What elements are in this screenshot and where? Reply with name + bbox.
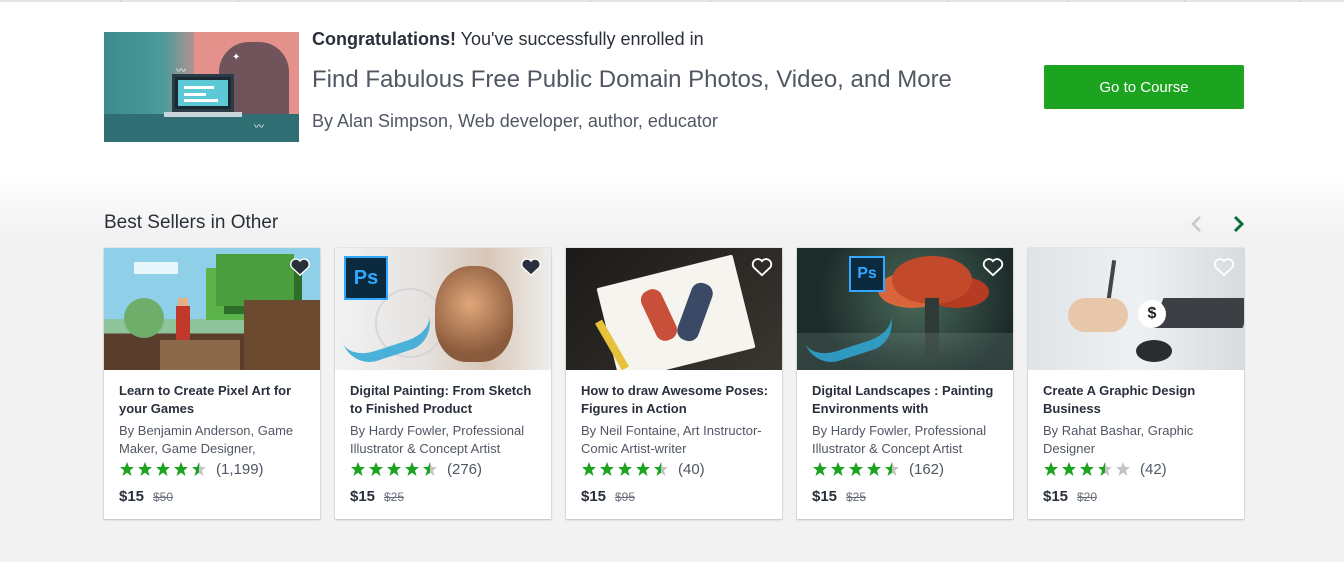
money-bag-icon: $ xyxy=(1138,300,1166,328)
course-image[interactable]: Ps xyxy=(797,248,1013,370)
congrats-heading: Congratulations! xyxy=(312,29,456,49)
star-icon xyxy=(387,462,401,476)
course-card[interactable]: Ps Digital Painting: From Sketch to Fini… xyxy=(335,248,551,519)
course-card-title[interactable]: Digital Painting: From Sketch to Finishe… xyxy=(350,382,542,418)
rating-count: (162) xyxy=(909,460,945,478)
star-icon xyxy=(1044,462,1058,476)
course-card-author: By Neil Fontaine, Art Instructor-Comic A… xyxy=(581,423,762,456)
section-title: Best Sellers in Other xyxy=(104,212,279,233)
star-rating xyxy=(812,461,902,477)
heart-icon[interactable] xyxy=(520,257,542,277)
course-card-price: $15 xyxy=(581,488,607,505)
star-icon xyxy=(1080,462,1094,476)
star-icon xyxy=(1116,462,1130,476)
rating-count: (276) xyxy=(447,460,483,478)
rating-count: (40) xyxy=(678,460,705,478)
course-title[interactable]: Find Fabulous Free Public Domain Photos,… xyxy=(312,66,952,94)
star-icon xyxy=(369,462,383,476)
star-icon xyxy=(174,462,188,476)
course-card-rating: (276) xyxy=(350,460,482,478)
star-icon xyxy=(885,462,899,476)
course-card-rating: (40) xyxy=(581,460,705,478)
star-icon xyxy=(351,462,365,476)
star-icon xyxy=(582,462,596,476)
course-card-rating: (162) xyxy=(812,460,944,478)
star-rating xyxy=(350,461,440,477)
star-icon xyxy=(636,462,650,476)
heart-outline-icon[interactable] xyxy=(1213,257,1235,277)
course-card-title[interactable]: Create A Graphic Design Business xyxy=(1043,382,1235,418)
chevron-right-icon[interactable] xyxy=(1229,214,1247,234)
star-rating xyxy=(119,461,209,477)
course-card-price: $15 xyxy=(1043,488,1069,505)
course-thumbnail[interactable]: 〰 ✦ 〰 xyxy=(104,32,299,142)
course-card-price: $15 xyxy=(119,488,145,505)
enroll-confirmation: Congratulations! You've successfully enr… xyxy=(312,29,704,50)
star-icon xyxy=(405,462,419,476)
course-card-author: By Benjamin Anderson, Game Maker, Game D… xyxy=(119,423,294,456)
photoshop-badge: Ps xyxy=(344,256,388,300)
star-icon xyxy=(654,462,668,476)
course-card-rating: (1,199) xyxy=(119,460,264,478)
course-card-title[interactable]: Digital Landscapes : Painting Environmen… xyxy=(812,382,1004,418)
star-icon xyxy=(618,462,632,476)
star-icon xyxy=(120,462,134,476)
photoshop-badge: Ps xyxy=(849,256,885,292)
course-image[interactable]: Ps xyxy=(335,248,551,370)
course-card-price: $15 xyxy=(350,488,376,505)
course-card-title[interactable]: Learn to Create Pixel Art for your Games xyxy=(119,382,311,418)
heart-outline-icon[interactable] xyxy=(751,257,773,277)
star-icon xyxy=(1098,462,1112,476)
enrollment-banner: 〰 ✦ 〰 Congratulations! You've successful… xyxy=(104,29,1244,142)
course-card[interactable]: Ps Digital Landscapes : Painting Environ… xyxy=(797,248,1013,519)
course-card-rating: (42) xyxy=(1043,460,1167,478)
course-author: By Alan Simpson, Web developer, author, … xyxy=(312,111,718,131)
go-to-course-button[interactable]: Go to Course xyxy=(1044,65,1244,109)
course-card-author: By Rahat Bashar, Graphic Designer xyxy=(1043,423,1194,456)
heart-icon[interactable] xyxy=(289,257,311,277)
course-card-price: $15 xyxy=(812,488,838,505)
star-icon xyxy=(849,462,863,476)
star-icon xyxy=(831,462,845,476)
course-card-original-price: $25 xyxy=(846,490,867,504)
congrats-message: You've successfully enrolled in xyxy=(456,29,704,49)
star-rating xyxy=(581,461,671,477)
course-card-original-price: $50 xyxy=(153,490,174,504)
course-card-author: By Hardy Fowler, Professional Illustrato… xyxy=(812,423,987,456)
star-icon xyxy=(423,462,437,476)
course-card-original-price: $20 xyxy=(1077,490,1098,504)
heart-outline-icon[interactable] xyxy=(982,257,1004,277)
star-icon xyxy=(156,462,170,476)
star-icon xyxy=(1062,462,1076,476)
star-icon xyxy=(138,462,152,476)
top-divider xyxy=(0,0,1344,2)
rating-count: (42) xyxy=(1140,460,1167,478)
rating-count: (1,199) xyxy=(216,460,264,478)
star-rating xyxy=(1043,461,1133,477)
star-icon xyxy=(813,462,827,476)
course-card[interactable]: $ Create A Graphic Design Business By Ra… xyxy=(1028,248,1244,519)
course-card-original-price: $95 xyxy=(615,490,636,504)
course-card-author: By Hardy Fowler, Professional Illustrato… xyxy=(350,423,525,456)
star-icon xyxy=(192,462,206,476)
course-card-title[interactable]: How to draw Awesome Poses: Figures in Ac… xyxy=(581,382,773,418)
star-icon xyxy=(867,462,881,476)
course-image[interactable]: $ xyxy=(1028,248,1244,370)
chevron-left-icon[interactable] xyxy=(1188,214,1206,234)
course-card[interactable]: How to draw Awesome Poses: Figures in Ac… xyxy=(566,248,782,519)
course-image[interactable] xyxy=(104,248,320,370)
course-card[interactable]: Learn to Create Pixel Art for your Games… xyxy=(104,248,320,519)
star-icon xyxy=(600,462,614,476)
course-card-original-price: $25 xyxy=(384,490,405,504)
course-image[interactable] xyxy=(566,248,782,370)
